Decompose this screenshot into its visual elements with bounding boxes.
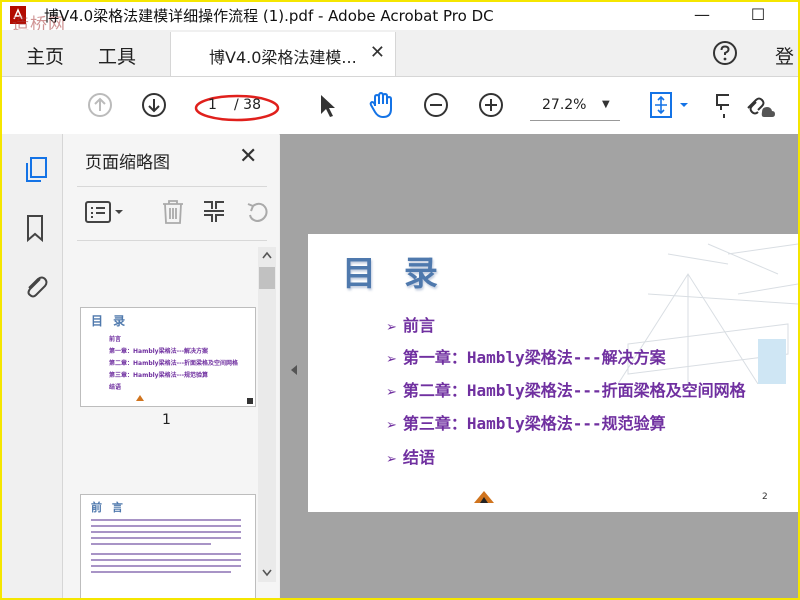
rotate-page-icon[interactable] [244, 198, 272, 226]
bullet-icon: ➢ [386, 320, 397, 335]
page-total-label: / 38 [234, 97, 261, 113]
thumbnail-page-title: 前 言 [91, 501, 126, 514]
zoom-in-icon[interactable] [478, 92, 504, 118]
select-arrow-icon[interactable] [316, 92, 338, 120]
thumbnail-text-line [91, 559, 241, 561]
page-thumbnails-icon[interactable] [22, 155, 50, 185]
maximize-button[interactable]: ☐ [738, 2, 778, 30]
window-title: 博V4.0梁格法建模详细操作流程 (1).pdf - Adobe Acrobat… [44, 7, 494, 25]
app-frame: 造桥网 博V4.0梁格法建模详细操作流程 (1).pdf - Adobe Acr… [0, 0, 800, 600]
title-bar: 造桥网 博V4.0梁格法建模详细操作流程 (1).pdf - Adobe Acr… [2, 2, 798, 35]
thumbnail-page-number: 1 [162, 412, 171, 428]
page-logo-icon [474, 491, 494, 503]
thumbnail-text-line [91, 553, 241, 555]
insert-page-icon[interactable] [200, 198, 228, 226]
share-link-icon[interactable] [742, 90, 776, 120]
document-tab[interactable]: 博V4.0梁格法建模... ✕ [170, 32, 396, 76]
thumbnail-text-line [91, 543, 211, 545]
thumbnail-toc-item: 前言 [109, 336, 122, 343]
thumbnails-divider [77, 240, 267, 241]
page-footer-number: 2 [762, 492, 768, 502]
scrollbar-thumb[interactable] [259, 267, 275, 289]
delete-page-icon[interactable] [160, 198, 186, 226]
page-heading: 目 录 [342, 254, 446, 294]
left-navigation-rail [2, 134, 63, 598]
scroll-down-icon[interactable] [262, 569, 272, 577]
toc-item[interactable]: ➢ 前言 [386, 312, 435, 336]
toc-item-label: 第三章：Hambly梁格法---规范验算 [402, 414, 666, 433]
comment-icon[interactable] [715, 92, 729, 120]
collapse-pane-icon[interactable] [290, 364, 298, 376]
page-number-input[interactable]: 1 [208, 97, 217, 113]
zoom-out-icon[interactable] [423, 92, 449, 118]
toc-item[interactable]: ➢ 第一章：Hambly梁格法---解决方案 [386, 344, 666, 368]
thumbnail-text-line [91, 531, 241, 533]
toc-item-label: 第一章：Hambly梁格法---解决方案 [402, 348, 666, 367]
hand-tool-icon[interactable] [367, 90, 397, 120]
menu-tools[interactable]: 工具 [98, 42, 136, 69]
zoom-value: 27.2% [542, 97, 587, 113]
thumbnails-pane-close-icon[interactable]: ✕ [239, 144, 257, 169]
page-thumbnail-1[interactable]: 目 录 前言 第一章：Hambly梁格法---解决方案 第二章：Hambly梁格… [80, 307, 256, 407]
attachments-icon[interactable] [22, 271, 50, 301]
fit-page-icon[interactable] [648, 90, 692, 120]
bullet-icon: ➢ [386, 452, 397, 467]
thumbnail-text-line [91, 571, 231, 573]
bookmarks-icon[interactable] [24, 213, 46, 243]
toc-item[interactable]: ➢ 第三章：Hambly梁格法---规范验算 [386, 410, 666, 434]
thumbnails-divider [77, 186, 267, 187]
scroll-up-icon[interactable] [262, 251, 272, 259]
pdf-page: 目 录 ➢ 前言 ➢ 第一章：Hambly梁格法---解决方案 ➢ 第二章：Hambl… [308, 234, 798, 512]
thumbnail-text-line [91, 537, 241, 539]
thumbnail-toc-item: 第二章：Hambly梁格法---折面梁格及空间网格 [109, 360, 239, 367]
help-icon[interactable] [712, 40, 738, 66]
document-tab-label: 博V4.0梁格法建模... [209, 48, 357, 67]
thumbnail-toc-item: 第三章：Hambly梁格法---规范验算 [109, 372, 209, 379]
menu-home[interactable]: 主页 [26, 42, 64, 69]
previous-page-icon[interactable] [87, 92, 113, 118]
menu-bar: 主页 工具 登 [2, 30, 798, 77]
toc-item[interactable]: ➢ 第二章：Hambly梁格法---折面梁格及空间网格 [386, 377, 746, 401]
next-page-icon[interactable] [141, 92, 167, 118]
toc-item-label: 第二章：Hambly梁格法---折面梁格及空间网格 [402, 381, 746, 400]
thumbnail-toc-item: 第一章：Hambly梁格法---解决方案 [109, 348, 209, 355]
page-thumbnail-2[interactable]: 前 言 [80, 494, 256, 598]
bullet-icon: ➢ [386, 418, 397, 433]
zoom-dropdown-arrow: ▼ [602, 99, 610, 110]
thumbnail-options-icon[interactable] [84, 198, 130, 226]
toc-item-label: 前言 [402, 316, 435, 335]
thumbnail-toc-item: 结语 [109, 384, 122, 391]
thumbnail-page-title: 目 录 [91, 314, 129, 328]
thumbnail-text-line [91, 519, 241, 521]
thumbnails-pane-title: 页面缩略图 [85, 153, 170, 173]
login-button[interactable]: 登 [775, 42, 794, 69]
bullet-icon: ➢ [386, 352, 397, 367]
thumbnails-scrollbar[interactable] [258, 247, 276, 582]
thumbnail-logo-icon [136, 395, 144, 401]
thumbnail-text-line [91, 525, 241, 527]
minimize-button[interactable]: — [682, 2, 722, 30]
bullet-icon: ➢ [386, 385, 397, 400]
thumbnail-corner-mark [247, 398, 253, 404]
toc-item[interactable]: ➢ 结语 [386, 444, 435, 468]
zoom-select[interactable]: 27.2% ▼ [530, 92, 620, 121]
toc-item-label: 结语 [402, 448, 435, 467]
document-tab-close-icon[interactable]: ✕ [370, 42, 385, 63]
thumbnail-text-line [91, 565, 241, 567]
